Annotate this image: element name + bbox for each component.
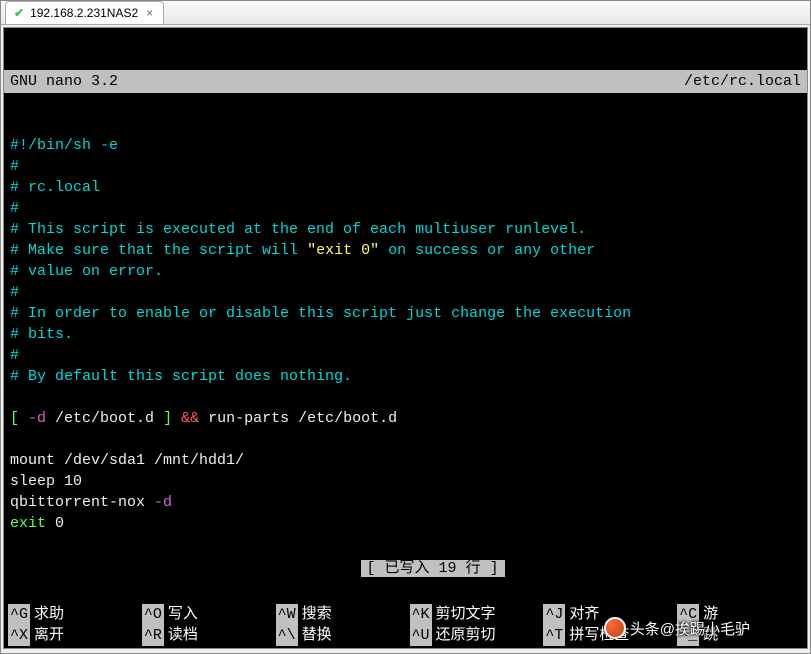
help-label: 对齐 xyxy=(569,604,599,625)
help-label: 拼写检查 xyxy=(569,625,629,646)
help-item[interactable]: ^C游 xyxy=(677,604,803,625)
nano-title-bar: GNU nano 3.2 /etc/rc.local xyxy=(4,70,807,93)
key-badge: ^T xyxy=(543,625,565,646)
editor-line: sleep 10 xyxy=(10,471,801,492)
editor-line: # This script is executed at the end of … xyxy=(10,219,801,240)
tab-title: 192.168.2.231NAS2 xyxy=(30,6,138,20)
check-icon: ✔ xyxy=(14,6,24,20)
terminal-frame: GNU nano 3.2 /etc/rc.local #!/bin/sh -e#… xyxy=(3,27,808,649)
help-item[interactable]: ^R读档 xyxy=(142,625,268,646)
help-item[interactable]: ^U还原剪切 xyxy=(410,625,536,646)
help-item[interactable]: ^O写入 xyxy=(142,604,268,625)
status-text: [ 已写入 19 行 ] xyxy=(361,560,505,577)
editor-line: # xyxy=(10,282,801,303)
key-badge: ^_ xyxy=(677,625,699,646)
status-line: [ 已写入 19 行 ] xyxy=(4,537,807,600)
help-item[interactable]: ^T拼写检查 xyxy=(543,625,669,646)
key-badge: ^\ xyxy=(276,625,298,646)
help-label: 替换 xyxy=(302,625,332,646)
editor-line: # xyxy=(10,156,801,177)
editor-line: # Make sure that the script will "exit 0… xyxy=(10,240,801,261)
terminal[interactable]: GNU nano 3.2 /etc/rc.local #!/bin/sh -e#… xyxy=(4,28,807,648)
help-label: 跳 xyxy=(703,625,718,646)
key-badge: ^W xyxy=(276,604,298,625)
editor-line: # value on error. xyxy=(10,261,801,282)
editor-line: # By default this script does nothing. xyxy=(10,366,801,387)
key-badge: ^R xyxy=(142,625,164,646)
key-badge: ^C xyxy=(677,604,699,625)
key-badge: ^X xyxy=(8,625,30,646)
help-label: 剪切文字 xyxy=(436,604,496,625)
help-item[interactable]: ^W搜索 xyxy=(276,604,402,625)
help-item[interactable]: ^X离开 xyxy=(8,625,134,646)
editor-line: #!/bin/sh -e xyxy=(10,135,801,156)
help-label: 读档 xyxy=(168,625,198,646)
editor-line: # bits. xyxy=(10,324,801,345)
key-badge: ^O xyxy=(142,604,164,625)
key-badge: ^J xyxy=(543,604,565,625)
help-label: 求助 xyxy=(34,604,64,625)
editor-body[interactable]: #!/bin/sh -e## rc.local## This script is… xyxy=(4,135,807,534)
editor-line: # In order to enable or disable this scr… xyxy=(10,303,801,324)
editor-line: # xyxy=(10,345,801,366)
help-item[interactable]: ^G求助 xyxy=(8,604,134,625)
editor-line xyxy=(10,429,801,450)
key-badge: ^U xyxy=(410,625,432,646)
help-item[interactable]: ^_跳 xyxy=(677,625,803,646)
close-icon[interactable]: × xyxy=(144,6,155,20)
help-label: 还原剪切 xyxy=(436,625,496,646)
editor-line xyxy=(10,387,801,408)
key-badge: ^G xyxy=(8,604,30,625)
editor-line: qbittorrent-nox -d xyxy=(10,492,801,513)
editor-line: # rc.local xyxy=(10,177,801,198)
help-item[interactable]: ^J对齐 xyxy=(543,604,669,625)
help-item[interactable]: ^K剪切文字 xyxy=(410,604,536,625)
help-label: 离开 xyxy=(34,625,64,646)
help-label: 游 xyxy=(703,604,718,625)
terminal-tab[interactable]: ✔ 192.168.2.231NAS2 × xyxy=(5,1,164,24)
filename: /etc/rc.local xyxy=(684,71,801,92)
app-name: GNU nano 3.2 xyxy=(10,71,118,92)
help-bar: ^G求助^O写入^W搜索^K剪切文字^J对齐^C游^X离开^R读档^\替换^U还… xyxy=(4,604,807,648)
help-item[interactable]: ^\替换 xyxy=(276,625,402,646)
editor-line: exit 0 xyxy=(10,513,801,534)
help-label: 搜索 xyxy=(302,604,332,625)
editor-line: # xyxy=(10,198,801,219)
editor-line: mount /dev/sda1 /mnt/hdd1/ xyxy=(10,450,801,471)
key-badge: ^K xyxy=(410,604,432,625)
help-label: 写入 xyxy=(168,604,198,625)
editor-line: [ -d /etc/boot.d ] && run-parts /etc/boo… xyxy=(10,408,801,429)
tab-bar: ✔ 192.168.2.231NAS2 × xyxy=(1,1,810,25)
